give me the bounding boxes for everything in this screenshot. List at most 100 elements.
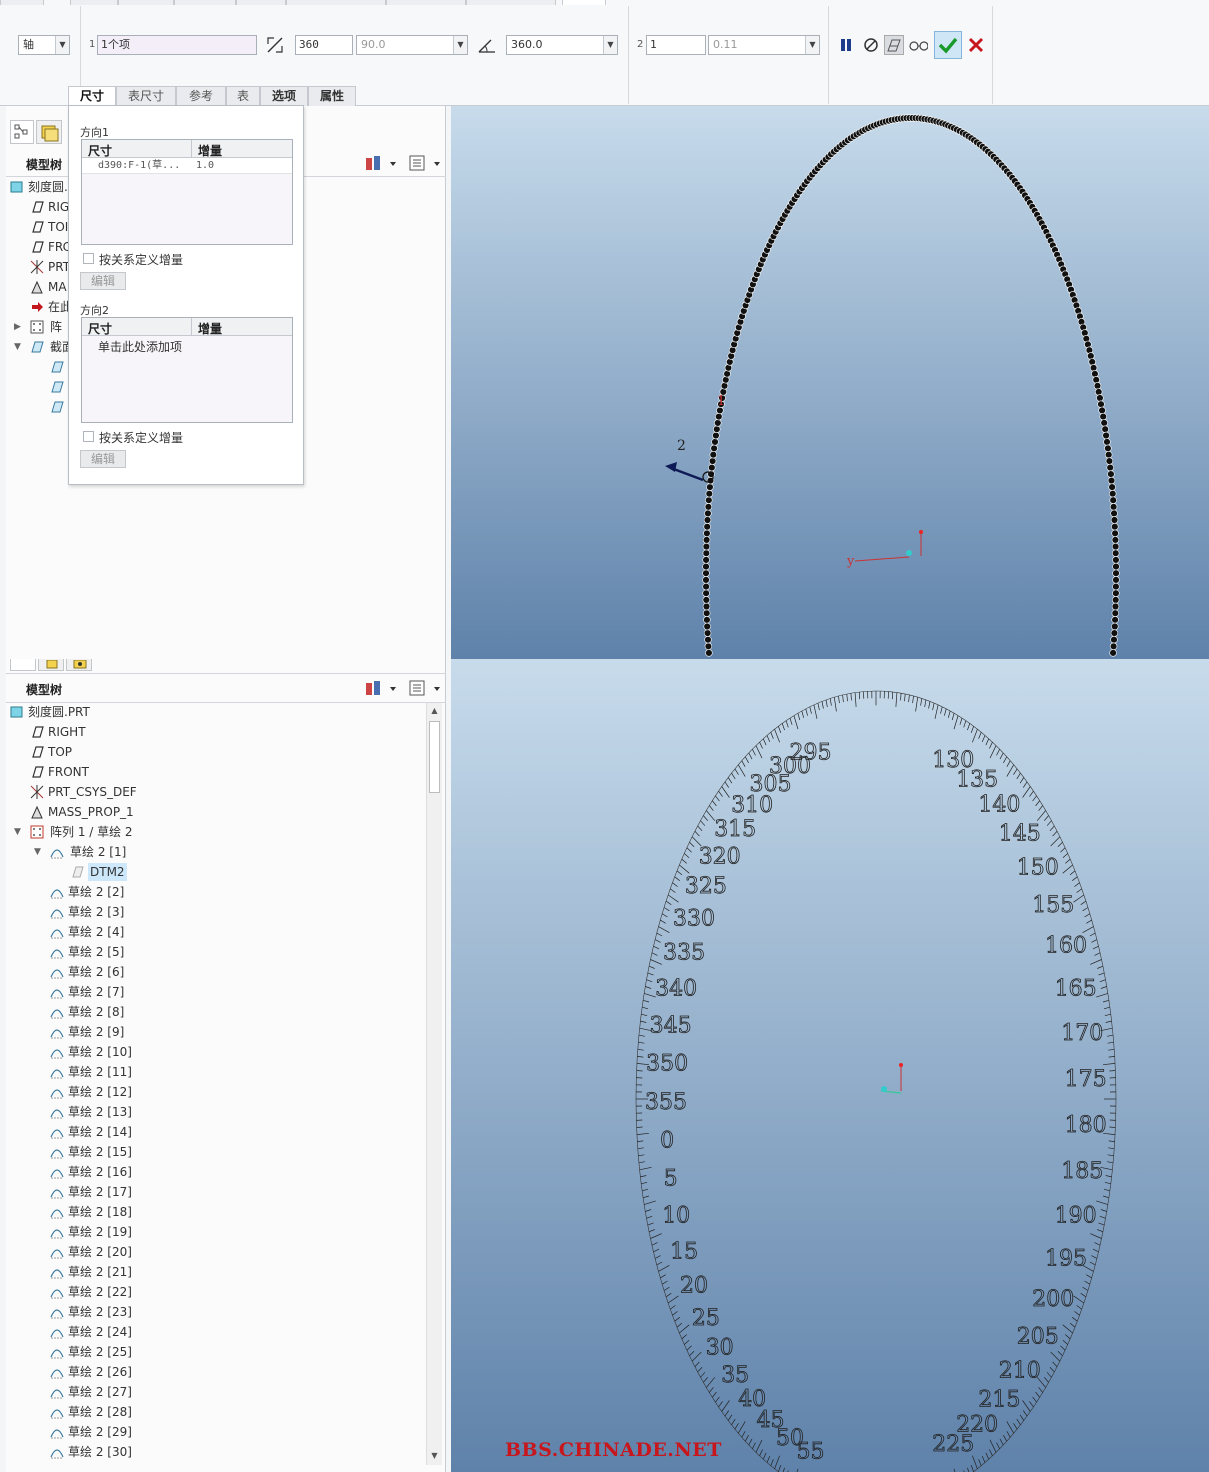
pattern-instance-marker[interactable] (702, 556, 710, 564)
pattern-instance-marker[interactable] (708, 457, 717, 465)
pattern-instance-marker[interactable] (1104, 444, 1112, 452)
pattern-instance-marker[interactable] (702, 549, 711, 557)
angle-increment-select[interactable]: 90.0 ▼ (356, 35, 468, 55)
pattern-instance-marker[interactable] (1111, 596, 1120, 604)
pattern-instance-marker[interactable] (1111, 523, 1119, 531)
pattern-instance-marker[interactable] (1110, 629, 1119, 637)
pause-icon[interactable] (836, 35, 856, 55)
pattern-instance-marker[interactable] (1091, 370, 1099, 378)
pattern-instance-marker[interactable] (703, 609, 711, 617)
pattern-instance-marker[interactable] (1110, 509, 1118, 518)
scroll-down-icon[interactable]: ▼ (427, 1448, 442, 1464)
tree-settings-icon[interactable] (364, 679, 400, 697)
pattern-instance-marker[interactable] (1111, 542, 1120, 551)
relation-increment-checkbox-2[interactable] (83, 431, 94, 442)
pattern-instance-marker[interactable] (702, 562, 710, 571)
pattern-instance-marker[interactable] (706, 483, 714, 491)
pattern-instance-marker[interactable] (703, 629, 712, 637)
pattern-instance-marker[interactable] (1112, 582, 1120, 591)
scroll-up-icon[interactable]: ▲ (427, 703, 442, 719)
tree-settings-icon[interactable] (364, 154, 400, 172)
pattern-instance-marker[interactable] (1096, 394, 1104, 402)
pattern-instance-marker[interactable] (1112, 562, 1120, 571)
pattern-instance-marker[interactable] (702, 602, 711, 611)
pattern-instance-marker[interactable] (1093, 382, 1102, 390)
chevron-down-icon[interactable]: ▼ (603, 36, 617, 54)
tree-scrollbar[interactable]: ▲ ▼ (426, 703, 442, 1465)
tree-columns-icon[interactable] (408, 154, 444, 172)
pattern-instance-marker[interactable] (702, 582, 710, 591)
pattern-instance-marker[interactable] (720, 382, 729, 390)
pattern-instance-marker[interactable] (1098, 406, 1106, 415)
pattern-instance-marker[interactable] (1099, 412, 1107, 421)
pattern-instance-marker[interactable] (702, 589, 710, 597)
subtab-options[interactable]: 选项 (260, 86, 308, 106)
angle-extent-icon[interactable] (477, 35, 497, 55)
favorites-tab-icon[interactable] (66, 659, 92, 671)
chevron-down-icon[interactable]: ▼ (453, 36, 467, 54)
pattern-instance-marker[interactable] (1109, 503, 1118, 511)
pattern-instance-marker[interactable] (710, 444, 718, 452)
pattern-instance-marker[interactable] (1111, 622, 1119, 631)
pattern-instance-marker[interactable] (1112, 589, 1120, 597)
chevron-down-icon[interactable]: ▼ (55, 36, 69, 54)
pattern-instance-marker[interactable] (705, 496, 713, 504)
pattern-instance-marker[interactable] (1097, 400, 1105, 408)
add-item-hint[interactable]: 单击此处添加项 (98, 338, 182, 355)
pattern-instance-marker[interactable] (705, 490, 713, 498)
pattern-instance-marker[interactable] (704, 635, 712, 644)
glasses-verify-icon[interactable] (908, 35, 928, 55)
dir1-items-field[interactable]: 1个项 (97, 35, 257, 55)
pattern-instance-marker[interactable] (1101, 425, 1109, 433)
pattern-instance-marker[interactable] (1110, 635, 1118, 644)
direction2-table[interactable]: 尺寸 增量 单击此处添加项 (81, 317, 293, 423)
dir2-count-input[interactable]: 1 (646, 35, 706, 55)
pattern-instance-marker[interactable] (1111, 536, 1120, 544)
pattern-instance-marker[interactable] (723, 370, 731, 378)
direction1-table[interactable]: 尺寸 增量 d390:F-1(草... 1.0 (81, 139, 293, 245)
ribbon-tab[interactable] (466, 0, 556, 5)
pattern-instance-marker[interactable] (1112, 576, 1120, 584)
angle-total-input[interactable]: 360 (295, 35, 353, 55)
chevron-down-icon[interactable]: ▼ (14, 337, 21, 357)
pattern-instance-marker[interactable] (1110, 516, 1119, 524)
pattern-instance-marker[interactable] (1100, 419, 1108, 427)
graphics-viewport-bottom[interactable]: 55 50 45 40 35 30 25 20 15 10 5 0 355 350 345 340 335 330… (451, 659, 1209, 1472)
pattern-instance-marker[interactable] (714, 419, 722, 427)
pattern-instance-marker[interactable] (703, 529, 711, 537)
no-preview-icon[interactable] (861, 35, 881, 55)
pattern-instance-marker[interactable] (715, 412, 723, 421)
pattern-instance-marker[interactable] (702, 569, 710, 577)
pattern-instance-marker[interactable] (704, 503, 713, 511)
graphics-viewport-top[interactable]: 1 2 y (451, 106, 1209, 659)
pattern-instance-marker[interactable] (1109, 496, 1117, 504)
tree-columns-icon[interactable] (408, 679, 444, 697)
pattern-instance-marker[interactable] (708, 463, 716, 472)
preview-geometry-icon[interactable] (884, 35, 904, 55)
pattern-instance-marker[interactable] (1109, 642, 1118, 650)
ribbon-tab[interactable] (286, 0, 386, 5)
pattern-instance-marker[interactable] (703, 622, 711, 631)
pattern-type-select[interactable]: 轴 ▼ (18, 35, 70, 55)
chevron-right-icon[interactable]: ▶ (14, 317, 21, 337)
pattern-instance-marker[interactable] (1111, 616, 1119, 624)
pattern-instance-marker[interactable] (1107, 476, 1116, 485)
chevron-down-icon[interactable]: ▼ (805, 36, 819, 54)
model-tree-tab-icon[interactable] (10, 659, 36, 671)
model-tree-tab-icon[interactable] (10, 120, 34, 144)
dir2-increment-select[interactable]: 0.11 ▼ (708, 35, 820, 55)
pattern-instance-marker[interactable] (1112, 556, 1120, 564)
pattern-instance-marker[interactable] (1105, 457, 1114, 465)
pattern-instance-marker[interactable] (1111, 602, 1120, 611)
subtab-references[interactable]: 参考 (176, 86, 226, 106)
pattern-instance-marker[interactable] (704, 642, 713, 650)
pattern-instance-marker[interactable] (709, 451, 717, 459)
scrollbar-thumb[interactable] (429, 721, 440, 793)
ribbon-tab[interactable] (118, 0, 174, 5)
pattern-instance-marker[interactable] (1107, 470, 1115, 478)
edit-button-1[interactable]: 编辑 (80, 272, 126, 290)
ribbon-tab-active[interactable] (562, 0, 606, 5)
pattern-instance-marker[interactable] (702, 576, 710, 584)
confirm-button[interactable] (934, 31, 962, 59)
pattern-instance-marker[interactable] (711, 438, 719, 446)
